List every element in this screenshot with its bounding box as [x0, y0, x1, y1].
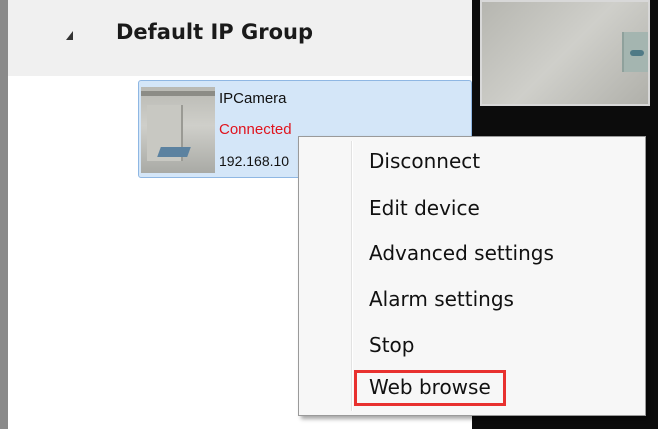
group-header[interactable]: Default IP Group — [8, 0, 472, 76]
app-window: Default IP Group IPCamera Connected 192.… — [0, 0, 658, 429]
camera-thumbnail — [141, 87, 215, 173]
menu-item-advanced-settings[interactable]: Advanced settings — [369, 241, 554, 265]
device-name: IPCamera — [219, 90, 287, 107]
group-title: Default IP Group — [116, 20, 313, 44]
thumbnail-ceiling — [141, 91, 215, 96]
menu-item-web-browse[interactable]: Web browse — [354, 370, 506, 406]
device-context-menu: Disconnect Edit device Advanced settings… — [298, 136, 646, 416]
expanded-triangle-icon[interactable] — [66, 31, 73, 40]
menu-icon-gutter — [351, 141, 353, 411]
device-status: Connected — [219, 121, 292, 138]
menu-item-alarm-settings[interactable]: Alarm settings — [369, 287, 514, 311]
menu-item-stop[interactable]: Stop — [369, 333, 414, 357]
video-feed[interactable] — [480, 0, 650, 106]
thumbnail-object — [157, 147, 191, 157]
video-cable — [630, 50, 644, 56]
device-ip: 192.168.10 — [219, 153, 290, 169]
menu-item-disconnect[interactable]: Disconnect — [369, 149, 480, 173]
menu-item-edit-device[interactable]: Edit device — [369, 196, 480, 220]
